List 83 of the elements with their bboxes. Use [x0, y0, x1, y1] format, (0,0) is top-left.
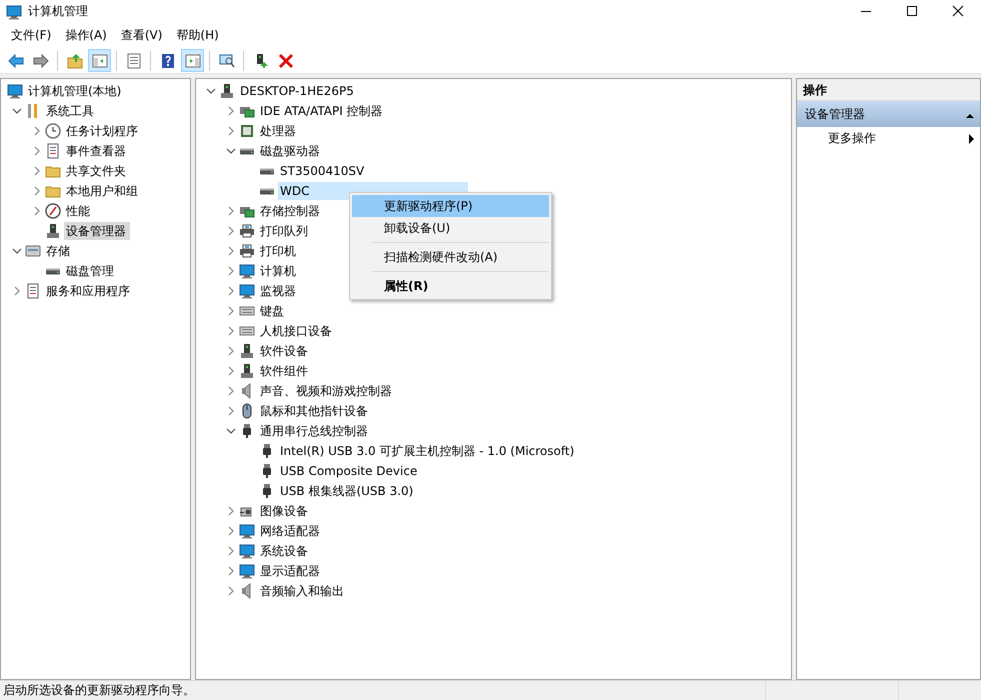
context-menu-item[interactable]: 卸载设备(U): [352, 217, 549, 239]
tree-item[interactable]: 声音、视频和游戏控制器: [258, 382, 394, 400]
tree-item[interactable]: 显示适配器: [258, 562, 322, 580]
tree-item[interactable]: DESKTOP-1HE26P5: [238, 82, 356, 100]
storage-icon: [25, 243, 41, 259]
context-menu-item[interactable]: 更新驱动程序(P): [352, 195, 549, 217]
tree-item[interactable]: 系统工具: [44, 102, 96, 120]
context-menu-item[interactable]: 扫描检测硬件改动(A): [352, 246, 549, 268]
maximize-icon[interactable]: [904, 3, 920, 19]
tree-item[interactable]: 性能: [64, 202, 92, 220]
tree-item[interactable]: 计算机: [258, 262, 298, 280]
menu-item[interactable]: 文件(F): [4, 24, 58, 46]
help-icon: [160, 52, 176, 68]
close-icon[interactable]: [950, 3, 966, 19]
window-title: 计算机管理: [28, 3, 89, 20]
tree-item[interactable]: 存储控制器: [258, 202, 322, 220]
menu-item[interactable]: 查看(V): [114, 24, 170, 46]
tree-item[interactable]: Intel(R) USB 3.0 可扩展主机控制器 - 1.0 (Microsoft): [278, 442, 576, 460]
tree-item[interactable]: 音频输入和输出: [258, 582, 346, 600]
tree-item[interactable]: 通用串行总线控制器: [258, 422, 370, 440]
drive-icon: [259, 168, 275, 174]
tree-item[interactable]: 软件设备: [258, 342, 310, 360]
monitor-icon: [239, 523, 255, 539]
chip-icon: [239, 123, 255, 139]
drive-icon: [45, 268, 61, 274]
tree-item[interactable]: USB Composite Device: [278, 462, 420, 480]
show-action-pane-icon: [184, 52, 200, 68]
computer-tower-icon: [239, 343, 255, 359]
printer-icon: [239, 243, 255, 259]
computer-tower-icon: [45, 223, 61, 239]
app-icon: [6, 4, 22, 20]
monitor-icon: [239, 563, 255, 579]
properties-icon: [126, 52, 142, 68]
computer-tower-icon: [239, 363, 255, 379]
tree-item[interactable]: 本地用户和组: [64, 182, 140, 200]
submenu-arrow-icon: [966, 132, 976, 145]
action-link[interactable]: 更多操作: [828, 129, 876, 147]
tree-item[interactable]: 服务和应用程序: [44, 282, 132, 300]
delete-x-icon: [278, 52, 294, 68]
tree-item[interactable]: 键盘: [258, 302, 286, 320]
monitor-icon: [239, 263, 255, 279]
tree-item[interactable]: 人机接口设备: [258, 322, 334, 340]
context-menu-item[interactable]: 属性(R): [352, 275, 549, 297]
tree-item[interactable]: 设备管理器: [64, 222, 130, 240]
tree-item[interactable]: 打印队列: [258, 222, 310, 240]
tree-item[interactable]: 打印机: [258, 242, 298, 260]
gauge-icon: [45, 203, 61, 219]
clock-icon: [45, 123, 61, 139]
tree-item[interactable]: IDE ATA/ATAPI 控制器: [258, 102, 385, 120]
show-tree-icon: [92, 52, 108, 68]
tree-item[interactable]: 共享文件夹: [64, 162, 128, 180]
drive-icon: [239, 148, 255, 154]
monitor-icon: [239, 543, 255, 559]
tree-item[interactable]: 系统设备: [258, 542, 310, 560]
folder-up-icon: [66, 52, 82, 68]
computer-tower-icon: [219, 83, 235, 99]
actions-header: 操作: [797, 79, 980, 101]
forward-arrow-icon: [32, 52, 48, 68]
tree-item[interactable]: 存储: [44, 242, 72, 260]
tree-item[interactable]: 处理器: [258, 122, 298, 140]
tree-item[interactable]: USB 根集线器(USB 3.0): [278, 482, 416, 500]
tree-item[interactable]: 计算机管理(本地): [26, 82, 124, 100]
tree-item[interactable]: 任务计划程序: [64, 122, 140, 140]
tree-item[interactable]: 网络适配器: [258, 522, 322, 540]
monitor-icon: [7, 83, 23, 99]
scan-monitor-icon: [218, 52, 234, 68]
document-icon: [45, 143, 61, 159]
tree-item[interactable]: 磁盘驱动器: [258, 142, 322, 160]
tree-item[interactable]: 监视器: [258, 282, 298, 300]
back-arrow-icon: [8, 52, 24, 68]
menu-item[interactable]: 操作(A): [58, 24, 114, 46]
document-icon: [25, 283, 41, 299]
printer-icon: [239, 223, 255, 239]
drive-icon: [259, 188, 275, 194]
tree-item[interactable]: 图像设备: [258, 502, 310, 520]
monitor-icon: [239, 283, 255, 299]
tree-item[interactable]: 鼠标和其他指针设备: [258, 402, 370, 420]
tree-item[interactable]: 磁盘管理: [64, 262, 116, 280]
tree-item[interactable]: 事件查看器: [64, 142, 128, 160]
menu-item[interactable]: 帮助(H): [169, 24, 226, 46]
tree-item[interactable]: ST3500410SV: [278, 162, 366, 180]
status-text: 启动所选设备的更新驱动程序向导。: [2, 682, 196, 699]
tree-item[interactable]: 软件组件: [258, 362, 310, 380]
